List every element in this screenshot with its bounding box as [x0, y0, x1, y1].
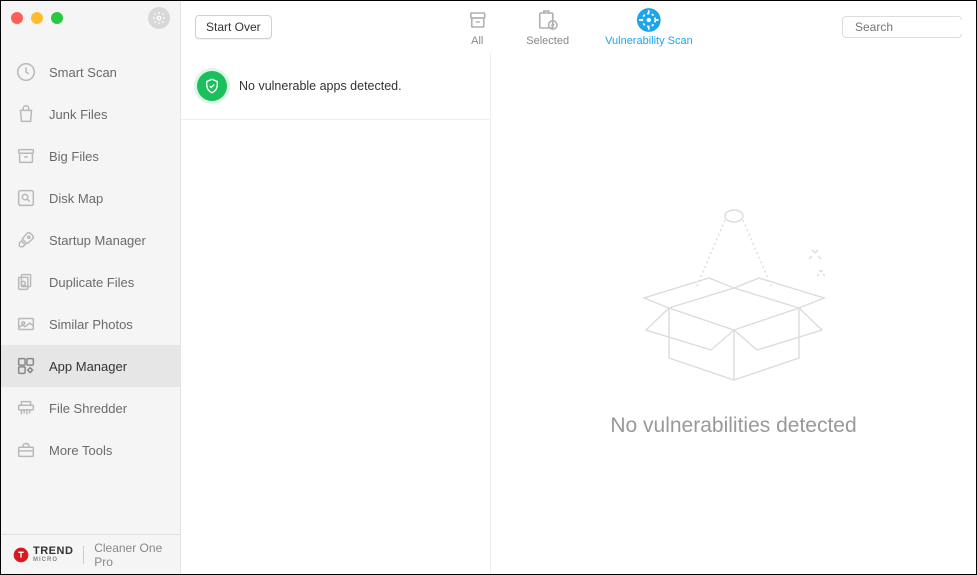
sidebar-item-more-tools[interactable]: More Tools	[1, 429, 180, 471]
search-box[interactable]	[842, 16, 962, 38]
scan-status-text: No vulnerable apps detected.	[239, 79, 402, 93]
sidebar-item-label: Duplicate Files	[49, 275, 134, 290]
empty-state-title: No vulnerabilities detected	[610, 414, 856, 438]
main-area: Start Over All Selected	[181, 1, 976, 574]
footer-separator	[83, 546, 84, 564]
tab-label: Selected	[526, 35, 569, 47]
sidebar-item-junk-files[interactable]: Junk Files	[1, 93, 180, 135]
brand-name: TREND	[33, 546, 73, 557]
brand-sub: MICRO	[33, 557, 73, 563]
scan-target-icon	[636, 7, 662, 33]
maximize-button[interactable]	[51, 12, 63, 24]
sidebar-item-label: Smart Scan	[49, 65, 117, 80]
sidebar-item-label: App Manager	[49, 359, 127, 374]
sidebar-item-label: File Shredder	[49, 401, 127, 416]
box-icon	[464, 7, 490, 33]
sidebar-item-label: Similar Photos	[49, 317, 133, 332]
sidebar-item-similar-photos[interactable]: Similar Photos	[1, 303, 180, 345]
disk-search-icon	[15, 187, 37, 209]
tab-group: All Selected Vulnerability Scan	[464, 7, 692, 47]
start-over-button[interactable]: Start Over	[195, 15, 272, 39]
empty-state: No vulnerabilities detected	[491, 53, 976, 574]
search-input[interactable]	[855, 20, 977, 34]
tab-all[interactable]: All	[464, 7, 490, 47]
sidebar-item-label: Junk Files	[49, 107, 108, 122]
apps-icon	[15, 355, 37, 377]
duplicate-icon	[15, 271, 37, 293]
sidebar-item-smart-scan[interactable]: Smart Scan	[1, 51, 180, 93]
sidebar-item-app-manager[interactable]: App Manager	[1, 345, 180, 387]
bag-icon	[15, 103, 37, 125]
sidebar-item-startup-manager[interactable]: Startup Manager	[1, 219, 180, 261]
tab-label: Vulnerability Scan	[605, 35, 693, 47]
settings-button[interactable]	[148, 7, 170, 29]
shield-ok-icon	[197, 71, 227, 101]
sidebar-footer: TREND MICRO Cleaner One Pro	[1, 534, 180, 574]
search-wrap	[842, 16, 962, 38]
sidebar-item-file-shredder[interactable]: File Shredder	[1, 387, 180, 429]
content-area: No vulnerable apps detected.	[181, 53, 976, 574]
sidebar: Smart Scan Junk Files Big Files Disk Map	[1, 1, 181, 574]
scan-results-panel: No vulnerable apps detected.	[181, 53, 491, 574]
sidebar-item-label: More Tools	[49, 443, 112, 458]
trend-logo-icon	[13, 547, 29, 563]
rocket-icon	[15, 229, 37, 251]
shredder-icon	[15, 397, 37, 419]
sidebar-item-label: Startup Manager	[49, 233, 146, 248]
sidebar-item-label: Big Files	[49, 149, 99, 164]
archive-icon	[15, 145, 37, 167]
product-name: Cleaner One Pro	[94, 541, 168, 569]
app-window: Smart Scan Junk Files Big Files Disk Map	[0, 0, 977, 575]
tab-vulnerability-scan[interactable]: Vulnerability Scan	[605, 7, 693, 47]
close-button[interactable]	[11, 12, 23, 24]
window-controls	[11, 12, 63, 24]
brand-logo: TREND MICRO	[13, 546, 73, 563]
minimize-button[interactable]	[31, 12, 43, 24]
sidebar-nav: Smart Scan Junk Files Big Files Disk Map	[1, 35, 180, 534]
tab-selected[interactable]: Selected	[526, 7, 569, 47]
toolbox-icon	[15, 439, 37, 461]
photos-icon	[15, 313, 37, 335]
sidebar-item-label: Disk Map	[49, 191, 103, 206]
titlebar	[1, 1, 180, 35]
clock-scan-icon	[15, 61, 37, 83]
scan-status-row: No vulnerable apps detected.	[181, 53, 490, 120]
empty-box-illustration	[624, 190, 844, 390]
tab-label: All	[471, 35, 483, 47]
box-check-icon	[535, 7, 561, 33]
sidebar-item-duplicate-files[interactable]: Duplicate Files	[1, 261, 180, 303]
toolbar: Start Over All Selected	[181, 1, 976, 53]
gear-icon	[152, 11, 166, 25]
sidebar-item-big-files[interactable]: Big Files	[1, 135, 180, 177]
sidebar-item-disk-map[interactable]: Disk Map	[1, 177, 180, 219]
